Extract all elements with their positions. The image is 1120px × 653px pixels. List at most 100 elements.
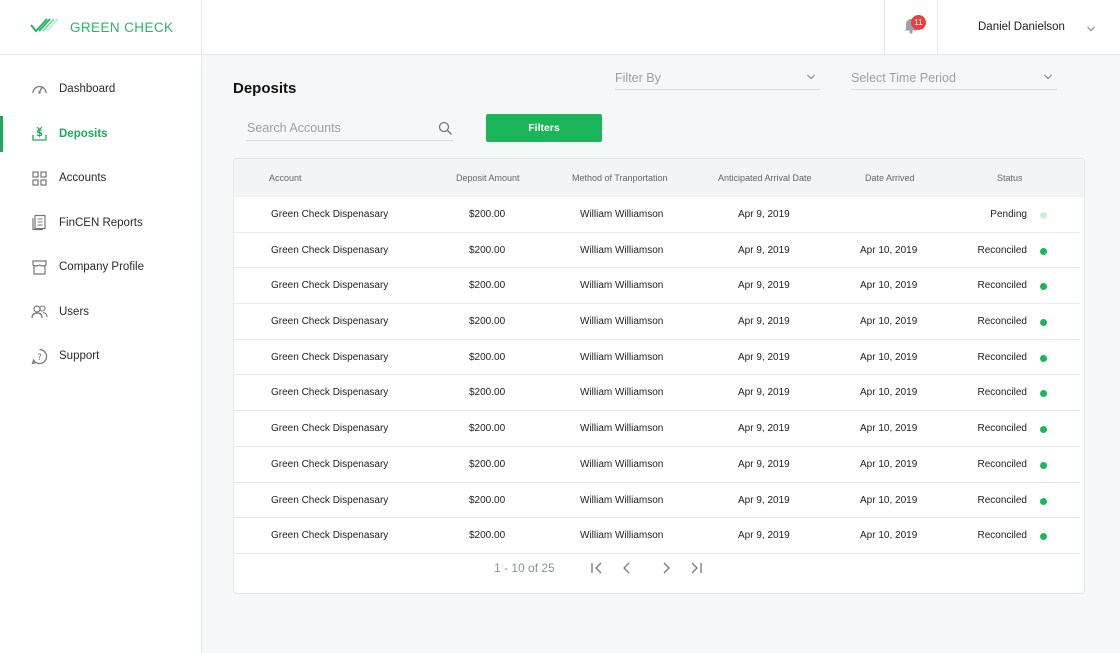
column-header-date-arrived[interactable]: Date Arrived [865, 173, 915, 183]
cell-account: Green Check Dispenasary [271, 209, 389, 220]
sidebar-item-accounts[interactable]: Accounts [0, 156, 201, 201]
checkmark-logo-icon [30, 17, 64, 38]
store-icon [31, 259, 48, 276]
cell-deposit-amount: $200.00 [469, 209, 506, 220]
cell-account: Green Check Dispenasary [271, 387, 389, 399]
table-row[interactable]: Green Check Dispenasary $200.00 William Wi… [234, 268, 1080, 305]
sidebar-item-label: Company Profile [59, 261, 145, 274]
cell-account: Green Check Dispenasary [271, 244, 389, 256]
cell-account: Green Check Dispenasary [271, 316, 389, 328]
table-row[interactable]: Green Check Dispenasary $200.00 William Wi… [234, 304, 1080, 340]
status-dot-icon [1040, 533, 1047, 541]
cell-anticipated-date: Apr 9, 2019 [738, 458, 790, 470]
cell-account: Green Check Dispenasary [271, 530, 389, 542]
page-title: Deposits [233, 80, 297, 97]
cell-date-arrived: Apr 10, 2019 [860, 423, 918, 435]
cell-date-arrived: Apr 10, 2019 [860, 387, 918, 399]
sidebar-item-fincen-reports[interactable]: FinCEN Reports [0, 201, 201, 246]
logo[interactable]: GREEN CHECK [0, 0, 201, 55]
search-icon[interactable] [438, 121, 453, 141]
sidebar-item-users[interactable]: Users [0, 290, 201, 335]
column-header-anticipated-date[interactable]: Anticipated Arrival Date [718, 173, 812, 183]
users-icon [31, 303, 48, 320]
sidebar-item-label: Accounts [59, 172, 107, 185]
cell-anticipated-date: Apr 9, 2019 [738, 387, 790, 399]
table-row[interactable]: Green Check Dispenasary $200.00 William Wi… [234, 447, 1080, 483]
status-dot-icon [1040, 354, 1047, 362]
filter-by-label: Filter By [615, 70, 661, 85]
cell-method: William Williamson [580, 209, 664, 220]
cell-anticipated-date: Apr 9, 2019 [738, 494, 790, 506]
sidebar-item-company-profile[interactable]: Company Profile [0, 245, 201, 290]
notifications-button[interactable]: 11 [884, 0, 938, 54]
table-row[interactable]: Green Check Dispenasary $200.00 William Wi… [234, 483, 1080, 519]
last-page-icon[interactable] [689, 561, 703, 575]
status-dot-icon [1040, 390, 1047, 398]
cell-method: William Williamson [580, 494, 664, 506]
sidebar-item-label: FinCEN Reports [59, 216, 143, 229]
sidebar-nav: Dashboard $ Deposits Accounts FinCEN Rep… [0, 55, 201, 379]
cell-account: Green Check Dispenasary [271, 423, 389, 435]
cell-method: William Williamson [580, 244, 664, 256]
status-dot-icon [1040, 247, 1047, 255]
cell-deposit-amount: $200.00 [469, 530, 506, 542]
grid-icon [31, 170, 48, 187]
sidebar-item-label: Users [59, 305, 90, 318]
status-dot-icon [1040, 426, 1047, 434]
sidebar-item-dashboard[interactable]: Dashboard [0, 67, 201, 112]
sidebar: GREEN CHECK Dashboard $ Deposits Account… [0, 0, 202, 653]
cell-method: William Williamson [580, 423, 664, 435]
cell-deposit-amount: $200.00 [469, 387, 506, 399]
prev-page-icon[interactable] [620, 561, 634, 575]
first-page-icon[interactable] [590, 561, 604, 575]
dashboard-icon [31, 81, 48, 98]
table-row[interactable]: Green Check Dispenasary $200.00 William Wi… [234, 340, 1080, 376]
sidebar-item-label: Support [59, 350, 100, 363]
sidebar-item-support[interactable]: ? Support [0, 334, 201, 379]
chevron-down-icon[interactable] [1086, 21, 1096, 39]
status-label: Reconciled [977, 351, 1027, 363]
table-row[interactable]: Green Check Dispenasary $200.00 William Wi… [234, 411, 1080, 447]
table-body: Green Check Dispenasary $200.00 William Wi… [234, 197, 1084, 554]
column-header-method[interactable]: Method of Tranportation [572, 173, 668, 183]
cell-date-arrived: Apr 10, 2019 [860, 530, 918, 542]
column-header-status[interactable]: Status [997, 173, 1023, 183]
status-label: Reconciled [977, 530, 1027, 542]
column-header-account[interactable]: Account [269, 173, 302, 183]
svg-text:?: ? [37, 353, 42, 363]
user-menu[interactable]: Daniel Danielson [978, 0, 1065, 54]
status-dot-icon [1040, 283, 1047, 291]
table-row[interactable]: Green Check Dispenasary $200.00 William Wi… [234, 197, 1080, 233]
status-dot-icon [1040, 497, 1047, 505]
column-header-deposit-amount[interactable]: Deposit Amount [456, 173, 520, 183]
deposit-icon: $ [31, 125, 48, 142]
filters-button[interactable]: Filters [486, 114, 602, 142]
cell-deposit-amount: $200.00 [469, 458, 506, 470]
pagination-summary: 1 - 10 of 25 [494, 561, 555, 575]
deposits-table: Account Deposit Amount Method of Tranpor… [233, 158, 1085, 594]
status-dot-icon [1040, 212, 1047, 219]
filter-by-dropdown[interactable]: Filter By [615, 66, 820, 90]
cell-account: Green Check Dispenasary [271, 494, 389, 506]
next-page-icon[interactable] [659, 561, 673, 575]
table-row[interactable]: Green Check Dispenasary $200.00 William Wi… [234, 375, 1080, 412]
pagination: 1 - 10 of 25 [234, 553, 1084, 593]
chevron-down-icon [806, 71, 816, 85]
cell-deposit-amount: $200.00 [469, 423, 506, 435]
cell-method: William Williamson [580, 351, 664, 363]
cell-deposit-amount: $200.00 [469, 494, 506, 506]
status-label: Reconciled [977, 494, 1027, 506]
brand-name: GREEN CHECK [70, 19, 174, 35]
cell-deposit-amount: $200.00 [469, 351, 506, 363]
search-input[interactable] [246, 118, 426, 138]
table-row[interactable]: Green Check Dispenasary $200.00 William Wi… [234, 518, 1080, 554]
table-row[interactable]: Green Check Dispenasary $200.00 William Wi… [234, 233, 1080, 269]
cell-date-arrived: Apr 10, 2019 [860, 494, 918, 506]
status-label: Reconciled [977, 280, 1027, 292]
cell-date-arrived: Apr 10, 2019 [860, 351, 918, 363]
time-period-dropdown[interactable]: Select Time Period [851, 66, 1057, 90]
sidebar-item-deposits[interactable]: $ Deposits [0, 112, 201, 157]
cell-anticipated-date: Apr 9, 2019 [738, 351, 790, 363]
cell-deposit-amount: $200.00 [469, 316, 506, 328]
cell-date-arrived: Apr 10, 2019 [860, 244, 918, 256]
